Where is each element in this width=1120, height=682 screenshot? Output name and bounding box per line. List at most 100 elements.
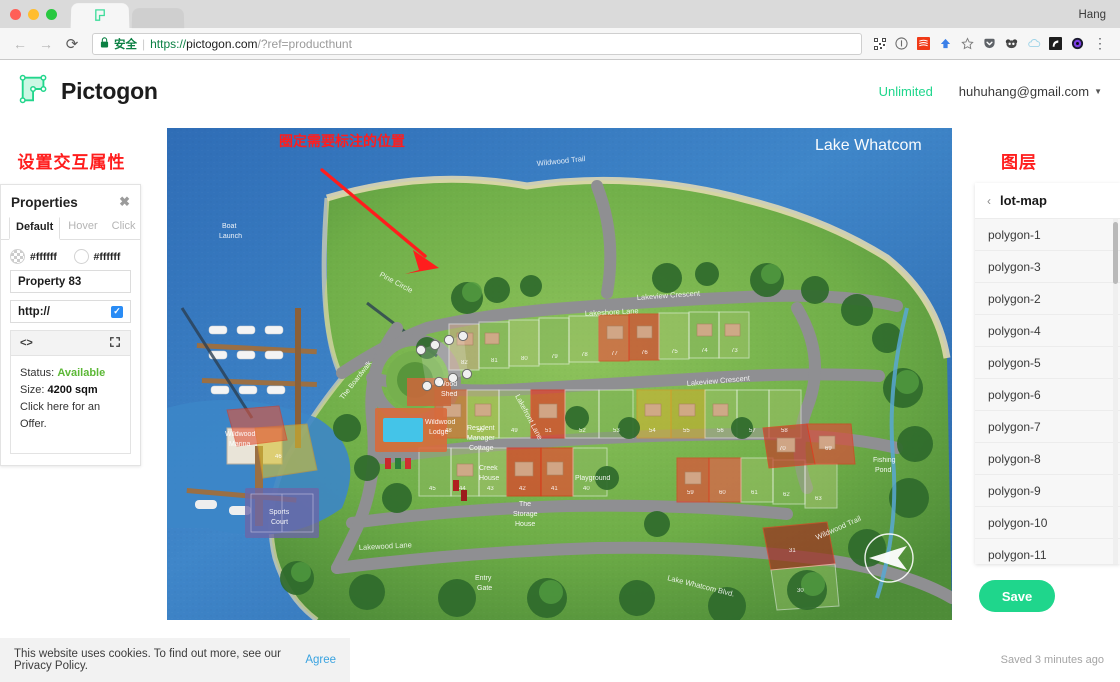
plan-badge[interactable]: Unlimited [879,84,933,99]
omnibox-separator: | [142,36,146,51]
stroke-color-control[interactable]: #ffffff [73,249,132,264]
close-icon[interactable]: ✖ [119,194,130,210]
label-storage-house-3: House [515,521,535,528]
url-path: /?ref=producthunt [257,36,352,51]
svg-text:61: 61 [751,490,758,496]
svg-text:62: 62 [783,492,790,498]
property-link-value: http:// [18,305,50,318]
tab-click[interactable]: Click [106,217,142,239]
list-item[interactable]: polygon-1 [975,219,1120,251]
svg-text:43: 43 [487,486,494,492]
properties-panel: Properties ✖ Default Hover Click #ffffff… [0,184,142,467]
popup-offer-text: Click here for an Offer. [20,401,101,431]
code-brackets-icon[interactable]: <> [20,337,33,349]
chevron-left-icon[interactable]: ‹ [987,194,991,208]
label-fishing-pond-2: Pond [875,467,891,474]
svg-text:30: 30 [797,588,804,594]
label-fishing-pond: Fishing [873,457,896,464]
label-entry-gate: Entry [475,575,492,582]
arrow-right-icon[interactable]: → [34,32,58,56]
address-bar[interactable]: 安全 | https://pictogon.com/?ref=producthu… [92,32,862,55]
layers-header[interactable]: ‹ lot-map [975,183,1120,219]
svg-text:80: 80 [521,356,528,362]
list-item[interactable]: polygon-5 [975,347,1120,379]
label-resident-manager-2: Manager [467,435,495,442]
site-plan-map[interactable]: 圈定需要标注的位置 Lake Whatcom Boat Launch Wildw… [167,128,952,620]
color-swatch-row: #ffffff #ffffff [1,240,140,270]
popup-preview-content: Status: Available Size: 4200 sqm Click h… [11,356,130,454]
window-traffic-lights[interactable] [10,9,57,28]
expand-fullscreen-icon[interactable] [109,336,121,351]
cloud-icon[interactable] [1024,34,1043,53]
popup-status-value: Available [57,367,106,379]
property-link-input[interactable]: http:// ✓ [10,300,131,323]
cookie-banner: This website uses cookies. To find out m… [0,638,350,682]
svg-text:81: 81 [491,358,498,364]
label-sports-court: Sports [269,509,290,516]
secure-label: 安全 [114,38,137,51]
list-item[interactable]: polygon-2 [975,283,1120,315]
browser-tabstrip: Hang [0,0,1120,29]
list-item[interactable]: polygon-11 [975,539,1120,564]
panda-icon[interactable] [1002,34,1021,53]
list-item[interactable]: polygon-8 [975,443,1120,475]
list-item[interactable]: polygon-9 [975,475,1120,507]
browser-tab-active[interactable] [70,3,130,29]
dark-square-icon[interactable] [1046,34,1065,53]
map-annotation-text: 圈定需要标注的位置 [279,133,405,150]
lake-title-label: Lake Whatcom [815,137,922,154]
svg-text:53: 53 [613,428,620,434]
svg-text:45: 45 [429,486,436,492]
label-sports-court-2: Court [271,519,288,526]
list-item[interactable]: polygon-3 [975,251,1120,283]
fill-color-swatch[interactable] [10,249,25,264]
stroke-color-swatch[interactable] [73,249,89,264]
star-bookmark-icon[interactable] [958,34,977,53]
layers-list[interactable]: polygon-1 polygon-3 polygon-2 polygon-4 … [975,219,1120,564]
list-item[interactable]: polygon-4 [975,315,1120,347]
label-storage-house: The [519,501,531,508]
brand-name: Pictogon [61,77,158,104]
qr-code-icon[interactable] [870,34,889,53]
purple-circle-icon[interactable] [1068,34,1087,53]
tab-default[interactable]: Default [9,217,61,240]
arrow-left-icon[interactable]: ← [8,32,32,56]
popup-status-line: Status: Available [20,365,121,382]
browser-tab-inactive[interactable] [131,8,185,29]
map-canvas[interactable]: 圈定需要标注的位置 Lake Whatcom Boat Launch Wildw… [167,128,952,620]
tab-hover[interactable]: Hover [62,217,103,239]
pictogon-polygon-logo [18,73,50,110]
label-wildwood-marina: Wildwood [225,431,255,438]
save-button[interactable]: Save [979,580,1055,612]
kebab-menu-icon[interactable]: ⋮ [1090,35,1110,52]
minimize-window-button[interactable] [28,9,39,20]
maximize-window-button[interactable] [46,9,57,20]
svg-text:31: 31 [789,548,796,554]
header-right: Unlimited huhuhang@gmail.com ▼ [879,84,1102,99]
svg-text:60: 60 [719,490,726,496]
svg-text:52: 52 [579,428,586,434]
list-item[interactable]: polygon-10 [975,507,1120,539]
account-menu[interactable]: huhuhang@gmail.com ▼ [959,84,1102,99]
reload-icon[interactable]: ⟳ [60,32,84,56]
layers-scrollbar-thumb[interactable] [1113,222,1118,284]
cookie-agree-link[interactable]: Agree [305,654,336,666]
label-storage-house-2: Storage [513,511,538,518]
url-host: pictogon.com [186,36,258,51]
list-item[interactable]: polygon-7 [975,411,1120,443]
fill-color-control[interactable]: #ffffff [10,249,68,264]
right-panel: 图层 ‹ lot-map polygon-1 polygon-3 polygon… [975,148,1120,612]
close-window-button[interactable] [10,9,21,20]
info-circle-icon[interactable] [892,34,911,53]
pocket-icon[interactable] [980,34,999,53]
left-annotation-title: 设置交互属性 [17,153,126,172]
brand[interactable]: Pictogon [18,73,158,110]
blue-arrow-up-icon[interactable] [936,34,955,53]
list-item[interactable]: polygon-6 [975,379,1120,411]
property-name-input[interactable]: Property 83 [10,270,131,293]
checkmark-icon[interactable]: ✓ [111,305,123,318]
red-stripes-extension-icon[interactable] [914,34,933,53]
window-user-label: Hang [1078,9,1107,21]
properties-title: Properties [11,194,78,210]
popup-size-value: 4200 sqm [47,384,98,397]
